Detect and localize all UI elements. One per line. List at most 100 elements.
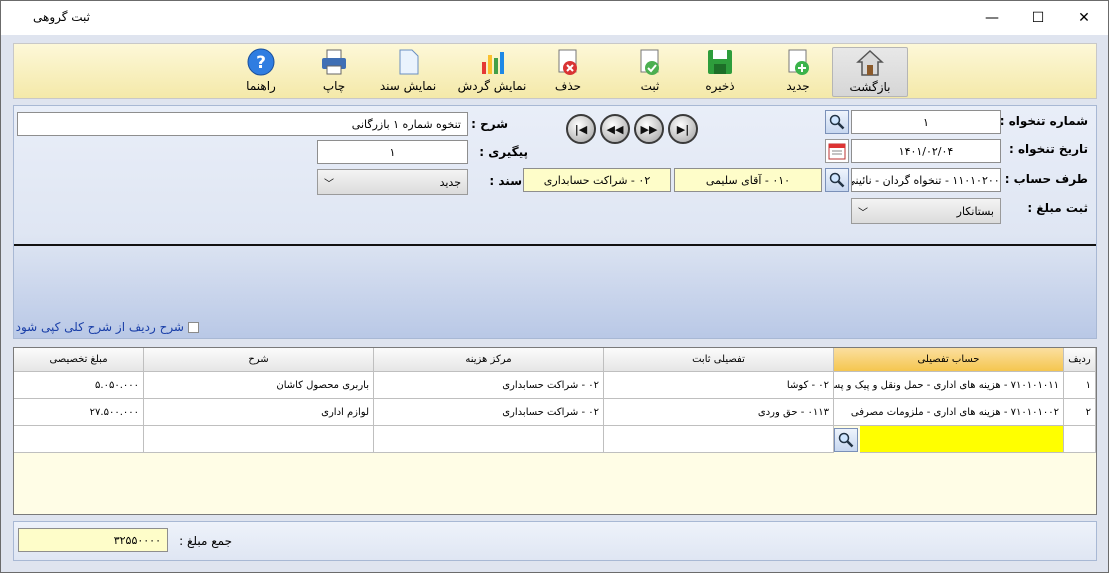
column-header-amount[interactable]: مبلغ تخصیصی [14,348,144,372]
rewind-icon: ◀◀ [606,122,624,136]
table-row-cell-cost-center[interactable]: ۰۲ - شراکت حسابداری [374,372,604,399]
description-field[interactable]: تنخوه شماره ۱ بازرگانی [17,112,468,136]
minimize-button[interactable]: — [969,1,1015,35]
first-icon: |◀ [574,122,588,136]
document-label: سند : [489,174,522,188]
followup-label: پیگیری : [479,145,528,159]
salary-date-field[interactable]: ۱۴۰۱/۰۲/۰۴ [851,139,1001,163]
salary-number-field[interactable]: ۱ [851,110,1001,134]
help-label: راهنما [246,79,276,93]
document-select-value: جدید [439,175,461,189]
salary-date-label: تاریخ تنخواه : [1008,142,1088,156]
chevron-down-icon: ﹀ [858,208,868,219]
save-button[interactable]: ذخیره [694,47,746,97]
new-row-cell-cost-center[interactable] [374,426,604,453]
show-flow-button[interactable]: نمایش گردش [457,47,527,97]
table-row-cell-fixed-detail[interactable]: ۰۲ - کوشا [604,372,834,399]
column-header-description[interactable]: شرح [144,348,374,372]
party-person-field[interactable]: ۰۱۰ - آقای سلیمی [674,168,822,192]
copy-description-label: شرح ردیف از شرح کلی کپی شود [15,320,184,334]
total-label: جمع مبلغ : [179,534,232,548]
next-record-button[interactable]: ▶▶ [634,114,664,144]
close-button[interactable]: ✕ [1061,1,1107,35]
close-icon: ✕ [1078,10,1090,26]
delete-document-icon [558,49,577,75]
salary-search-button[interactable] [825,110,849,134]
search-icon [829,172,845,188]
chart-icon [482,52,504,74]
column-header-detail-account[interactable]: حساب تفصیلی [834,348,1064,372]
entries-grid: ردیف حساب تفصیلی تفصیلی ثابت مرکز هزینه … [13,347,1097,515]
account-search-button[interactable] [825,168,849,192]
help-button[interactable]: ? راهنما [240,47,282,97]
calendar-icon [828,143,846,160]
description-label: شرح : [471,117,508,131]
copy-description-checkbox[interactable]: شرح ردیف از شرح کلی کپی شود [16,320,199,334]
table-row-cell-detail-account[interactable]: ۷۱۰۱۰۱۰۰۲ - هزینه های اداری - ملزومات مص… [834,399,1064,426]
delete-label: حذف [554,79,582,93]
new-row-detail-account-input[interactable] [860,426,1064,453]
search-icon [829,114,845,130]
show-doc-label: نمایش سند [379,79,437,93]
table-row-cell-amount[interactable]: ۵.۰۵۰.۰۰۰ [14,372,144,399]
table-row-cell-fixed-detail[interactable]: ۰۱۱۳ - حق وردی [604,399,834,426]
new-row-cell-amount[interactable] [14,426,144,453]
calendar-button[interactable] [825,139,849,163]
new-row-cell-fixed-detail[interactable] [604,426,834,453]
toolbar: بازگشت جدید ذخیره ثبت حذف نمایش گردش نما… [13,43,1097,99]
table-row-cell-cost-center[interactable]: ۰۲ - شراکت حسابداری [374,399,604,426]
minimize-icon: — [985,10,999,26]
total-amount-field: ۳۲۵۵۰۰۰۰ [18,528,168,552]
new-label: جدید [786,79,810,93]
window: ثبت گروهی — ☐ ✕ بازگشت جدید ذخیره ثبت حذ… [0,0,1109,573]
amount-type-select[interactable]: بستانکار ﹀ [851,198,1001,224]
previous-record-button[interactable]: ◀◀ [600,114,630,144]
search-icon [838,432,854,448]
show-flow-label: نمایش گردش [457,79,527,93]
confirm-button[interactable]: ثبت [626,47,674,97]
new-row-cell-description[interactable] [144,426,374,453]
back-button[interactable]: بازگشت [832,47,908,97]
column-header-row[interactable]: ردیف [1064,348,1096,372]
account-field[interactable]: ۱۱۰۱۰۲۰۰۱ - تنخواه گردان - نائینی [851,168,1001,192]
fast-forward-icon: ▶▶ [640,122,658,136]
print-button[interactable]: چاپ [314,47,354,97]
print-label: چاپ [322,79,346,93]
salary-number-label: شماره تنخواه : [999,114,1088,128]
window-title: ثبت گروهی [33,10,91,24]
table-row-cell-amount[interactable]: ۲۷.۵۰۰.۰۰۰ [14,399,144,426]
delete-button[interactable]: حذف [544,47,592,97]
save-label: ذخیره [705,79,735,93]
table-row-cell-row[interactable]: ۱ [1064,372,1096,399]
column-header-fixed-detail[interactable]: تفصیلی ثابت [604,348,834,372]
amount-type-value: بستانکار [956,204,994,218]
new-row-search-button[interactable] [834,428,858,452]
document-icon [399,49,419,75]
first-record-button[interactable]: |◀ [566,114,596,144]
home-icon [856,49,884,76]
table-row-cell-description[interactable]: باربری محصول کاشان [144,372,374,399]
show-doc-button[interactable]: نمایش سند [376,47,440,97]
maximize-button[interactable]: ☐ [1015,1,1061,35]
document-select[interactable]: جدید ﹀ [317,169,468,195]
party-company-field[interactable]: ۰۲ - شراکت حسابداری [523,168,671,192]
new-button[interactable]: جدید [774,47,822,97]
save-icon [708,50,732,74]
last-icon: ▶| [676,122,690,136]
check-document-icon [640,49,659,75]
back-label: بازگشت [849,80,891,94]
maximize-icon: ☐ [1031,10,1045,26]
new-document-icon [788,49,809,75]
svg-text:?: ? [256,53,266,73]
table-row-cell-row[interactable]: ۲ [1064,399,1096,426]
title-bar: ثبت گروهی — ☐ ✕ [1,1,1108,35]
new-row-cell-row[interactable] [1064,426,1096,453]
followup-field[interactable]: ۱ [317,140,468,164]
column-header-cost-center[interactable]: مرکز هزینه [374,348,604,372]
table-row-cell-description[interactable]: لوازم اداری [144,399,374,426]
checkbox-box[interactable] [188,321,199,333]
table-row-cell-detail-account[interactable]: ۷۱۰۱۰۱۰۱۱ - هزینه های اداری - حمل ونقل و… [834,372,1064,399]
last-record-button[interactable]: ▶| [668,114,698,144]
account-label: طرف حساب : [1004,172,1088,186]
header-panel: شماره تنخواه : ۱ تاریخ تنخواه : ۱۴۰۱/۰۲/… [13,105,1097,339]
